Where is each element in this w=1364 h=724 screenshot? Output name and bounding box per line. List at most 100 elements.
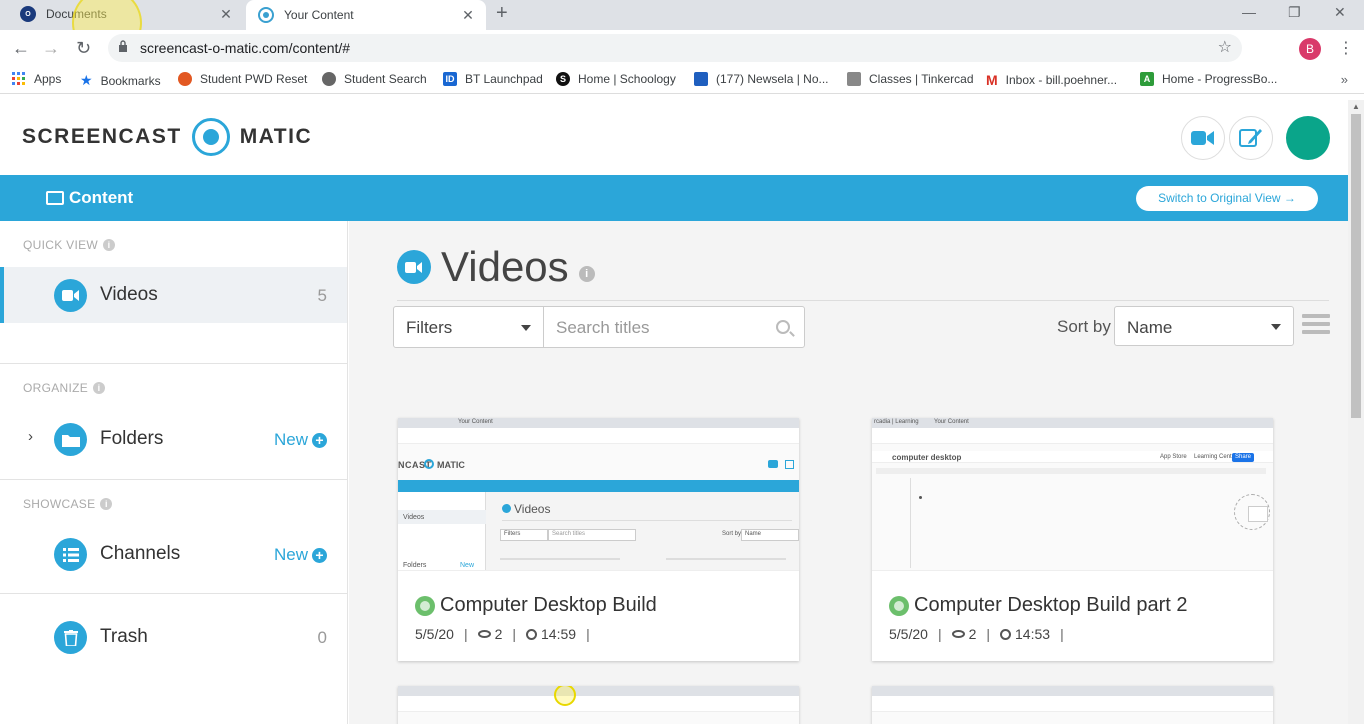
close-tab-icon[interactable]: ✕ [218, 6, 234, 23]
url-text[interactable]: screencast-o-matic.com/content/# [140, 40, 350, 56]
address-bar[interactable]: screencast-o-matic.com/content/# ☆ [108, 34, 1242, 62]
video-thumbnail[interactable] [398, 686, 799, 724]
content-library-icon [46, 191, 64, 205]
new-folder-button[interactable]: New + [274, 430, 327, 450]
thumb-tabbar [872, 686, 1273, 696]
browser-menu-icon[interactable]: ⋮ [1338, 38, 1354, 58]
sidebar-item-videos[interactable]: Videos 5 [0, 267, 347, 323]
chevron-down-icon [521, 325, 531, 331]
bookmark-gmail[interactable]: M Inbox - bill.poehner... [986, 72, 1117, 88]
thumb-text: Filters [504, 531, 521, 537]
sidebar-item-folders[interactable]: › Folders New + [0, 411, 347, 467]
bookmark-progressbook[interactable]: A Home - ProgressBo... [1140, 72, 1277, 86]
new-tab-icon[interactable]: + [496, 2, 508, 25]
sidebar-item-trash[interactable]: Trash 0 [0, 609, 347, 665]
bookmark-apps[interactable]: Apps [12, 72, 61, 86]
profile-avatar[interactable]: B [1299, 38, 1321, 60]
editor-button[interactable] [1229, 116, 1273, 160]
bookmark-bookmarks[interactable]: ★ Bookmarks [80, 72, 161, 89]
user-avatar[interactable] [1286, 116, 1330, 160]
thumb-tabbar: Your Content [398, 418, 799, 428]
id-icon: ID [443, 72, 457, 86]
minimize-icon[interactable]: — [1242, 4, 1256, 20]
thumb-camera-icon [768, 460, 778, 468]
title-divider [397, 300, 1329, 301]
bookmark-bt-launchpad[interactable]: ID BT Launchpad [443, 72, 543, 86]
info-icon[interactable]: i [103, 239, 116, 251]
video-title[interactable]: Computer Desktop Build part 2 [889, 594, 1187, 617]
bookmark-tinkercad[interactable]: Classes | Tinkercad [847, 72, 974, 86]
switch-to-original-view-button[interactable]: Switch to Original View → [1136, 186, 1318, 211]
content-tab[interactable]: Content [46, 188, 133, 208]
sidebar-item-label: Trash [100, 626, 148, 647]
page-scrollbar[interactable]: ▲ [1348, 100, 1364, 724]
video-count: 5 [317, 286, 327, 305]
video-meta: 5/5/20 | 2 | 14:53 | [889, 626, 1064, 642]
thumb-text: Search titles [552, 531, 586, 537]
tab-your-content[interactable]: Your Content ✕ [246, 0, 486, 30]
reload-icon[interactable]: ↻ [76, 38, 91, 59]
view-count: 2 [968, 626, 977, 642]
lock-icon [119, 40, 127, 52]
scrollbar-thumb[interactable] [1351, 114, 1361, 418]
video-card[interactable]: Your Content NCAST MATIC Videos Folders … [398, 418, 799, 661]
filters-dropdown[interactable]: Filters [393, 306, 544, 348]
thumb-tabbar: rcadia | Learning Your Content [872, 418, 1273, 428]
video-card[interactable] [398, 686, 799, 724]
bookmark-star-icon[interactable]: ☆ [1218, 37, 1232, 57]
sort-dropdown[interactable]: Name [1114, 306, 1294, 346]
screencast-o-matic-logo[interactable]: SCREENCAST MATIC [22, 118, 312, 156]
section-label: ORGANIZE [23, 381, 89, 395]
thumb-text: Folders [403, 562, 427, 569]
thumb-sidebar: Videos Folders New [398, 492, 486, 570]
bookmark-label: Classes | Tinkercad [869, 72, 974, 86]
video-title[interactable]: Computer Desktop Build [415, 594, 657, 617]
bookmark-label: Bookmarks [100, 73, 161, 88]
star-icon: ★ [80, 72, 93, 88]
forward-arrow-icon[interactable]: → [42, 38, 60, 59]
info-icon[interactable]: i [100, 498, 113, 510]
thumb-url [872, 428, 1273, 436]
divider [0, 363, 347, 364]
window-close-icon[interactable]: ✕ [1334, 4, 1346, 21]
video-thumbnail[interactable]: rcadia | Learning Your Content computer … [872, 418, 1273, 571]
back-arrow-icon[interactable]: ← [12, 38, 30, 59]
video-thumbnail[interactable] [872, 686, 1273, 724]
bookmark-label: BT Launchpad [465, 72, 543, 86]
sort-value: Name [1127, 318, 1173, 337]
thumb-url [872, 696, 1273, 704]
list-view-toggle-icon[interactable] [1302, 314, 1330, 338]
bookmark-schoology[interactable]: S Home | Schoology [556, 72, 676, 86]
new-channel-button[interactable]: New + [274, 545, 327, 565]
chevron-right-icon[interactable]: › [28, 428, 33, 445]
video-card[interactable]: rcadia | Learning Your Content computer … [872, 418, 1273, 661]
video-card[interactable] [872, 686, 1273, 724]
thumb-main: Videos Filters Search titles Sort by Nam… [486, 492, 799, 570]
bookmark-label: Home | Schoology [578, 72, 676, 86]
bookmark-student-search[interactable]: Student Search [322, 72, 427, 86]
restore-icon[interactable]: ❐ [1288, 4, 1301, 21]
video-title-text: Computer Desktop Build [440, 594, 657, 616]
info-icon[interactable]: i [93, 382, 106, 394]
close-tab-icon[interactable]: ✕ [460, 7, 476, 24]
bookmark-newsela[interactable]: (177) Newsela | No... [694, 72, 829, 86]
video-thumbnail[interactable]: Your Content NCAST MATIC Videos Folders … [398, 418, 799, 571]
bookmark-student-pwd-reset[interactable]: Student PWD Reset [178, 72, 307, 86]
quick-view-heading: QUICK VIEW i [23, 238, 116, 252]
video-camera-icon [54, 279, 87, 312]
thumb-text: Learning Center [1194, 454, 1238, 460]
gmail-icon: M [986, 72, 998, 88]
video-date: 5/5/20 [415, 626, 454, 642]
search-input[interactable] [556, 316, 766, 340]
thumb-text: Videos [514, 502, 551, 516]
more-bookmarks-icon[interactable]: » [1341, 72, 1348, 87]
info-icon[interactable]: i [578, 266, 595, 282]
search-icon[interactable] [776, 320, 790, 334]
eye-icon [951, 630, 965, 638]
scroll-up-arrow-icon[interactable]: ▲ [1352, 102, 1360, 111]
video-duration: 14:59 [541, 626, 577, 642]
record-video-button[interactable] [1181, 116, 1225, 160]
trash-icon [54, 621, 87, 654]
sidebar-item-channels[interactable]: Channels New + [0, 526, 347, 582]
logo-text-left: SCREENCAST [22, 125, 182, 148]
